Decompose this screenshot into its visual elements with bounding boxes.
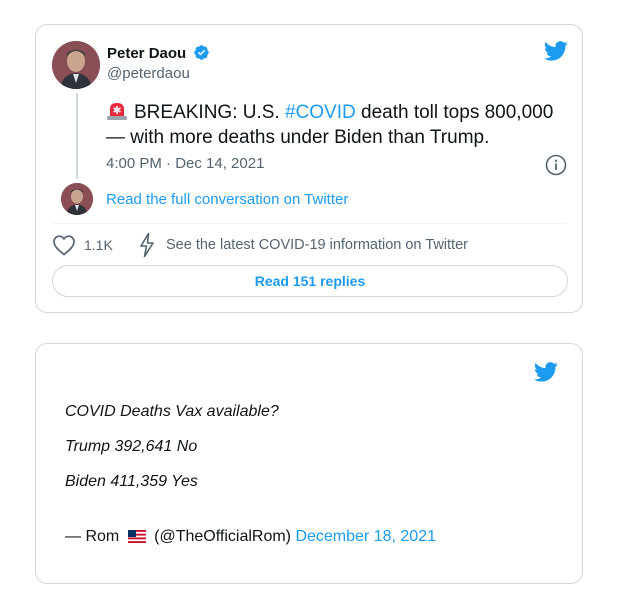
hashtag-link[interactable]: #COVID [285, 102, 356, 123]
attribution-author: — Rom [65, 528, 120, 545]
read-conversation-link[interactable]: Read the full conversation on Twitter [106, 191, 348, 208]
twitter-bird-icon[interactable] [534, 362, 558, 382]
tweet-text-prefix: BREAKING: U.S. [134, 102, 285, 123]
quote-line: Biden 411,359 Yes [65, 473, 198, 490]
quote-line: Trump 392,641 No [65, 438, 198, 455]
avatar[interactable] [52, 41, 100, 89]
like-count[interactable]: 1.1K [84, 237, 113, 253]
twitter-bird-icon[interactable] [544, 41, 568, 61]
lightning-bolt-icon[interactable] [138, 232, 156, 258]
us-flag-emoji [127, 530, 146, 543]
rotating-light-emoji [107, 103, 127, 120]
attribution-handle: (@TheOfficialRom) [154, 528, 291, 545]
thread-connector [76, 93, 78, 179]
attribution: — Rom (@TheOfficialRom) December 18, 202… [65, 528, 436, 546]
author-name[interactable]: Peter Daou [107, 44, 210, 62]
avatar-photo [61, 183, 93, 215]
verified-badge-icon [194, 45, 210, 60]
avatar-photo [52, 41, 100, 89]
heart-icon[interactable] [52, 234, 76, 256]
quote-line: COVID Deaths Vax available? [65, 403, 279, 420]
read-replies-button[interactable]: Read 151 replies [52, 265, 568, 297]
divider [52, 223, 566, 224]
tweet-timestamp[interactable]: 4:00 PM · Dec 14, 2021 [106, 155, 264, 172]
attribution-date-link[interactable]: December 18, 2021 [295, 528, 436, 545]
covid-info-link[interactable]: See the latest COVID-19 information on T… [166, 237, 468, 253]
info-icon[interactable] [545, 154, 567, 176]
author-handle[interactable]: @peterdaou [107, 65, 190, 82]
author-name-text[interactable]: Peter Daou [107, 45, 186, 62]
tweet-card: Peter Daou @peterdaou BREAKING: U.S. #CO… [35, 24, 583, 313]
tweet-actions: 1.1K See the latest COVID-19 information… [52, 232, 572, 260]
tweet-text: BREAKING: U.S. #COVID death toll tops 80… [106, 100, 576, 150]
embedded-tweet-card: COVID Deaths Vax available? Trump 392,64… [35, 343, 583, 584]
avatar-small[interactable] [61, 183, 93, 215]
